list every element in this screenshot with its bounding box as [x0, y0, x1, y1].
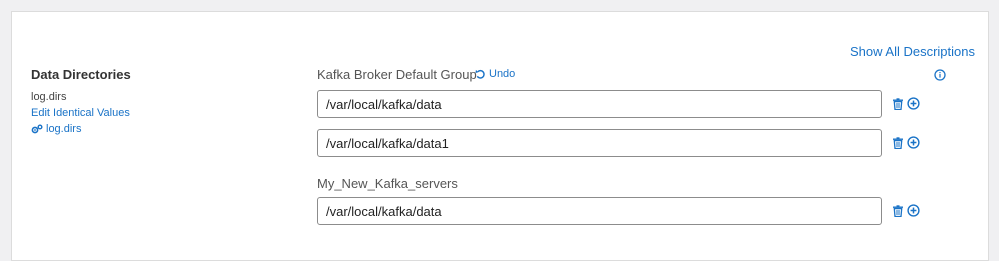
edit-identical-values-link[interactable]: Edit Identical Values — [31, 107, 130, 119]
log-dirs-link-label: log.dirs — [46, 123, 82, 135]
trash-icon[interactable] — [892, 97, 904, 110]
undo-button[interactable]: Undo — [475, 68, 515, 80]
row-actions — [892, 204, 920, 217]
row-actions — [892, 97, 920, 110]
undo-label: Undo — [489, 68, 516, 80]
plus-circle-icon[interactable] — [907, 97, 920, 110]
row-actions — [892, 136, 920, 149]
group-label-default: Kafka Broker Default Group — [317, 67, 477, 82]
section-title: Data Directories — [31, 67, 131, 82]
info-icon[interactable] — [934, 68, 946, 86]
undo-icon — [475, 69, 485, 79]
gear-icon — [31, 124, 43, 134]
show-all-descriptions-link[interactable]: Show All Descriptions — [850, 44, 975, 59]
plus-circle-icon[interactable] — [907, 204, 920, 217]
log-dir-input[interactable] — [317, 90, 882, 118]
trash-icon[interactable] — [892, 204, 904, 217]
plus-circle-icon[interactable] — [907, 136, 920, 149]
property-name: log.dirs — [31, 91, 67, 103]
trash-icon[interactable] — [892, 136, 904, 149]
log-dir-input[interactable] — [317, 197, 882, 225]
group-label-new-servers: My_New_Kafka_servers — [317, 176, 458, 191]
log-dirs-link[interactable]: log.dirs — [31, 123, 81, 135]
log-dir-input[interactable] — [317, 129, 882, 157]
